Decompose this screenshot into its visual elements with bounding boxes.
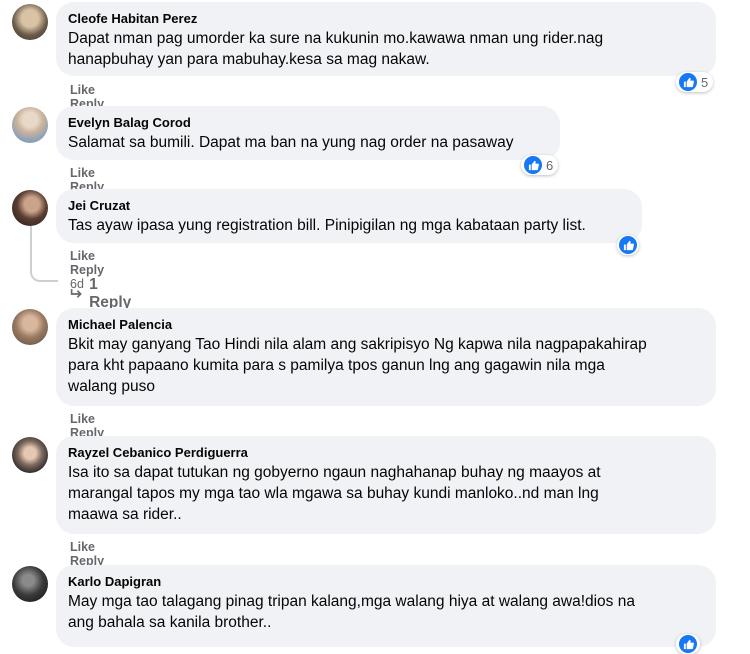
reaction-count-text: 5 [701, 74, 709, 90]
reply-thread-line [30, 226, 58, 282]
comment-text-line: May mga tao talagang pinag tripan kalang… [68, 593, 635, 610]
comment-text-line: para kht papaano kumita para s pamilya t… [68, 357, 605, 374]
avatar[interactable] [12, 4, 48, 40]
reaction-count[interactable]: 5 [676, 72, 714, 92]
comment-bubble: Karlo Dapigran May mga tao talagang pina… [56, 565, 716, 647]
comment-bubble: Evelyn Balag Corod Salamat sa bumili. Da… [56, 106, 560, 160]
comment-author[interactable]: Rayzel Cebanico Perdiguerra [68, 444, 704, 461]
comment-text-line: maawa sa rider.. [68, 506, 182, 523]
comment-bubble: Rayzel Cebanico Perdiguerra Isa ito sa d… [56, 436, 716, 534]
comment-text-line: Bkit may ganyang Tao Hindi nila alam ang… [68, 336, 647, 353]
comment-text-line: Isa ito sa dapat tutukan ng gobyerno nga… [68, 464, 601, 481]
reaction-count[interactable] [617, 235, 639, 255]
like-reaction-icon [679, 635, 697, 653]
comment-bubble: Cleofe Habitan Perez Dapat nman pag umor… [56, 2, 716, 76]
reaction-count[interactable] [676, 634, 700, 654]
comment-text-line: Dapat nman pag umorder ka sure na kukuni… [68, 30, 604, 47]
avatar[interactable] [12, 190, 48, 226]
view-replies-label[interactable]: 1 Reply [89, 276, 134, 312]
comment-text-line: Salamat sa bumili. Dapat ma ban na yung … [68, 134, 514, 151]
comment-text-line: marangal tapos my mga tao wla mgawa sa b… [68, 485, 599, 502]
like-button[interactable]: Like [70, 249, 95, 263]
like-button[interactable]: Like [70, 540, 95, 554]
avatar[interactable] [12, 566, 48, 602]
comment-bubble: Jei Cruzat Tas ayaw ipasa yung registrat… [56, 189, 642, 243]
reply-arrow-icon [70, 289, 82, 298]
avatar[interactable] [12, 437, 48, 473]
comment-text-line: Tas ayaw ipasa yung registration bill. P… [68, 217, 586, 234]
avatar[interactable] [12, 309, 48, 345]
comment-author[interactable]: Karlo Dapigran [68, 573, 704, 590]
like-reaction-icon [619, 236, 637, 254]
comment-text-line: hanapbuhay yan para mabuhay.kesa sa mag … [68, 51, 430, 68]
like-button[interactable]: Like [70, 83, 95, 97]
comment-author[interactable]: Cleofe Habitan Perez [68, 10, 704, 27]
comment-text-line: ang bahala sa kanila brother.. [68, 614, 272, 631]
comment-author[interactable]: Michael Palencia [68, 316, 704, 333]
comment-author[interactable]: Evelyn Balag Corod [68, 114, 548, 131]
comment-author[interactable]: Jei Cruzat [68, 197, 630, 214]
like-button[interactable]: Like [70, 412, 95, 426]
like-reaction-icon [679, 73, 697, 91]
comment-text-line: walang puso [68, 378, 156, 395]
reaction-count-text: 6 [546, 157, 554, 173]
like-reaction-icon [524, 156, 542, 174]
reaction-count[interactable]: 6 [521, 155, 559, 175]
avatar[interactable] [12, 107, 48, 143]
like-button[interactable]: Like [70, 166, 95, 180]
reply-button[interactable]: Reply [70, 263, 104, 277]
comment-bubble: Michael Palencia Bkit may ganyang Tao Hi… [56, 308, 716, 406]
view-replies-link[interactable]: 1 Reply [70, 276, 134, 312]
